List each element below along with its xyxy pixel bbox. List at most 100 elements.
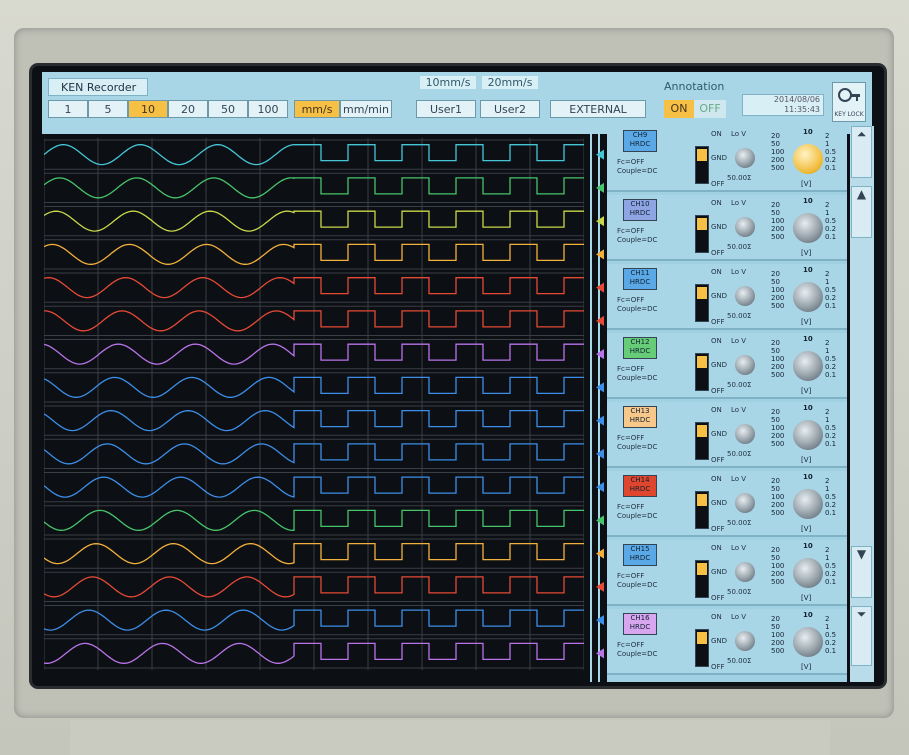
range-tick: 2 <box>825 408 830 416</box>
range-knob[interactable] <box>793 489 823 519</box>
channel-panel: CH9 HRDC Fc=OFF Couple=DC ON GND OFF Lo … <box>607 126 847 682</box>
channel-mode: HRDC <box>629 278 651 286</box>
channel-name: CH11 <box>630 269 650 277</box>
range-tick: 200 <box>771 363 785 371</box>
channel-scrollbar[interactable]: ⏶ ▲ ▼ ⏷ <box>850 126 874 682</box>
channel-name: CH16 <box>630 614 650 622</box>
channel-name: CH15 <box>630 545 650 553</box>
lov-label: Lo V <box>731 130 747 138</box>
filter-setting: Fc=OFF <box>617 158 645 166</box>
range-tick: 100 <box>771 286 785 294</box>
range-knob[interactable] <box>793 213 823 243</box>
range-scale-right: 2 1 0.5 0.2 0.1 <box>825 546 836 586</box>
range-tick: 200 <box>771 156 785 164</box>
position-knob[interactable] <box>735 355 755 375</box>
coupling-setting: Couple=DC <box>617 512 658 520</box>
channel-label-button[interactable]: CH12 HRDC <box>623 337 657 359</box>
key-lock-button[interactable]: KEY LOCK <box>832 82 866 122</box>
lov-label: Lo V <box>731 268 747 276</box>
user1-button[interactable]: User1 <box>416 100 476 118</box>
scroll-bottom-button[interactable]: ⏷ <box>851 606 872 666</box>
channel-label-button[interactable]: CH11 HRDC <box>623 268 657 290</box>
trace-marker <box>596 448 604 459</box>
on-label: ON <box>711 130 722 138</box>
range-tick: 20 <box>771 408 780 416</box>
range-scale-right: 2 1 0.5 0.2 0.1 <box>825 615 836 655</box>
position-knob[interactable] <box>735 148 755 168</box>
range-tick: 100 <box>771 355 785 363</box>
speed-5-button[interactable]: 5 <box>88 100 128 118</box>
range-tick: 50 <box>771 554 780 562</box>
range-scale-left: 20 50 100 200 500 <box>771 339 784 379</box>
range-tick: 2 <box>825 201 830 209</box>
time-text: 11:35:43 <box>784 105 820 114</box>
coupling-setting: Couple=DC <box>617 305 658 313</box>
range-knob[interactable] <box>793 351 823 381</box>
position-knob[interactable] <box>735 286 755 306</box>
trace-marker <box>596 349 604 360</box>
trace-marker <box>596 415 604 426</box>
user2-button[interactable]: User2 <box>480 100 540 118</box>
range-unit: [V] <box>801 663 812 671</box>
app-title: KEN Recorder <box>48 78 148 96</box>
range-tick: 100 <box>771 217 785 225</box>
annotation-off-button[interactable]: OFF <box>694 100 726 118</box>
external-button[interactable]: EXTERNAL <box>550 100 646 118</box>
speed-50-button[interactable]: 50 <box>208 100 248 118</box>
position-knob[interactable] <box>735 562 755 582</box>
scroll-down-button[interactable]: ▼ <box>851 546 872 598</box>
scroll-up-button[interactable]: ▲ <box>851 186 872 238</box>
speed-10-button[interactable]: 10 <box>128 100 168 118</box>
range-scale-right: 2 1 0.5 0.2 0.1 <box>825 408 836 448</box>
user2-speed-label: 20mm/s <box>482 76 538 89</box>
channel-settings: Fc=OFF Couple=DC <box>617 227 657 245</box>
channel-label-button[interactable]: CH15 HRDC <box>623 544 657 566</box>
position-knob[interactable] <box>735 217 755 237</box>
coupling-setting: Couple=DC <box>617 236 658 244</box>
range-scale-left: 20 50 100 200 500 <box>771 132 784 172</box>
range-tick: 50 <box>771 623 780 631</box>
position-knob[interactable] <box>735 631 755 651</box>
range-knob[interactable] <box>793 558 823 588</box>
gnd-label: GND <box>711 430 728 438</box>
range-tick: 50 <box>771 485 780 493</box>
range-tick: 100 <box>771 493 785 501</box>
speed-100-button[interactable]: 100 <box>248 100 288 118</box>
position-knob[interactable] <box>735 493 755 513</box>
channel-row-ch9: CH9 HRDC Fc=OFF Couple=DC ON GND OFF Lo … <box>607 126 847 192</box>
filter-setting: Fc=OFF <box>617 434 645 442</box>
level-gauge <box>695 422 709 460</box>
range-tick: 0.2 <box>825 294 837 302</box>
position-knob[interactable] <box>735 424 755 444</box>
range-tick: 0.5 <box>825 286 837 294</box>
unit-mm-min-button[interactable]: mm/min <box>340 100 392 118</box>
coupling-setting: Couple=DC <box>617 167 658 175</box>
level-gauge <box>695 215 709 253</box>
annotation-on-button[interactable]: ON <box>664 100 694 118</box>
range-tick-selected: 10 <box>803 197 813 205</box>
channel-label-button[interactable]: CH13 HRDC <box>623 406 657 428</box>
range-knob[interactable] <box>793 144 823 174</box>
range-scale-right: 2 1 0.5 0.2 0.1 <box>825 201 836 241</box>
range-tick: 0.2 <box>825 156 837 164</box>
channel-label-button[interactable]: CH10 HRDC <box>623 199 657 221</box>
range-tick: 50 <box>771 209 780 217</box>
range-knob[interactable] <box>793 282 823 312</box>
gnd-label: GND <box>711 499 728 507</box>
channel-label-button[interactable]: CH16 HRDC <box>623 613 657 635</box>
unit-mm-s-button[interactable]: mm/s <box>294 100 340 118</box>
range-tick: 0.1 <box>825 233 837 241</box>
off-label: OFF <box>711 249 725 257</box>
range-tick: 0.2 <box>825 570 837 578</box>
range-knob[interactable] <box>793 420 823 450</box>
range-knob[interactable] <box>793 627 823 657</box>
channel-label-button[interactable]: CH9 HRDC <box>623 130 657 152</box>
speed-20-button[interactable]: 20 <box>168 100 208 118</box>
speed-1-button[interactable]: 1 <box>48 100 88 118</box>
position-value: 50.00Σ <box>727 588 752 596</box>
channel-label-button[interactable]: CH14 HRDC <box>623 475 657 497</box>
range-tick: 20 <box>771 339 780 347</box>
scroll-top-button[interactable]: ⏶ <box>851 126 872 178</box>
channel-mode: HRDC <box>629 485 651 493</box>
trace-marker <box>596 249 604 260</box>
